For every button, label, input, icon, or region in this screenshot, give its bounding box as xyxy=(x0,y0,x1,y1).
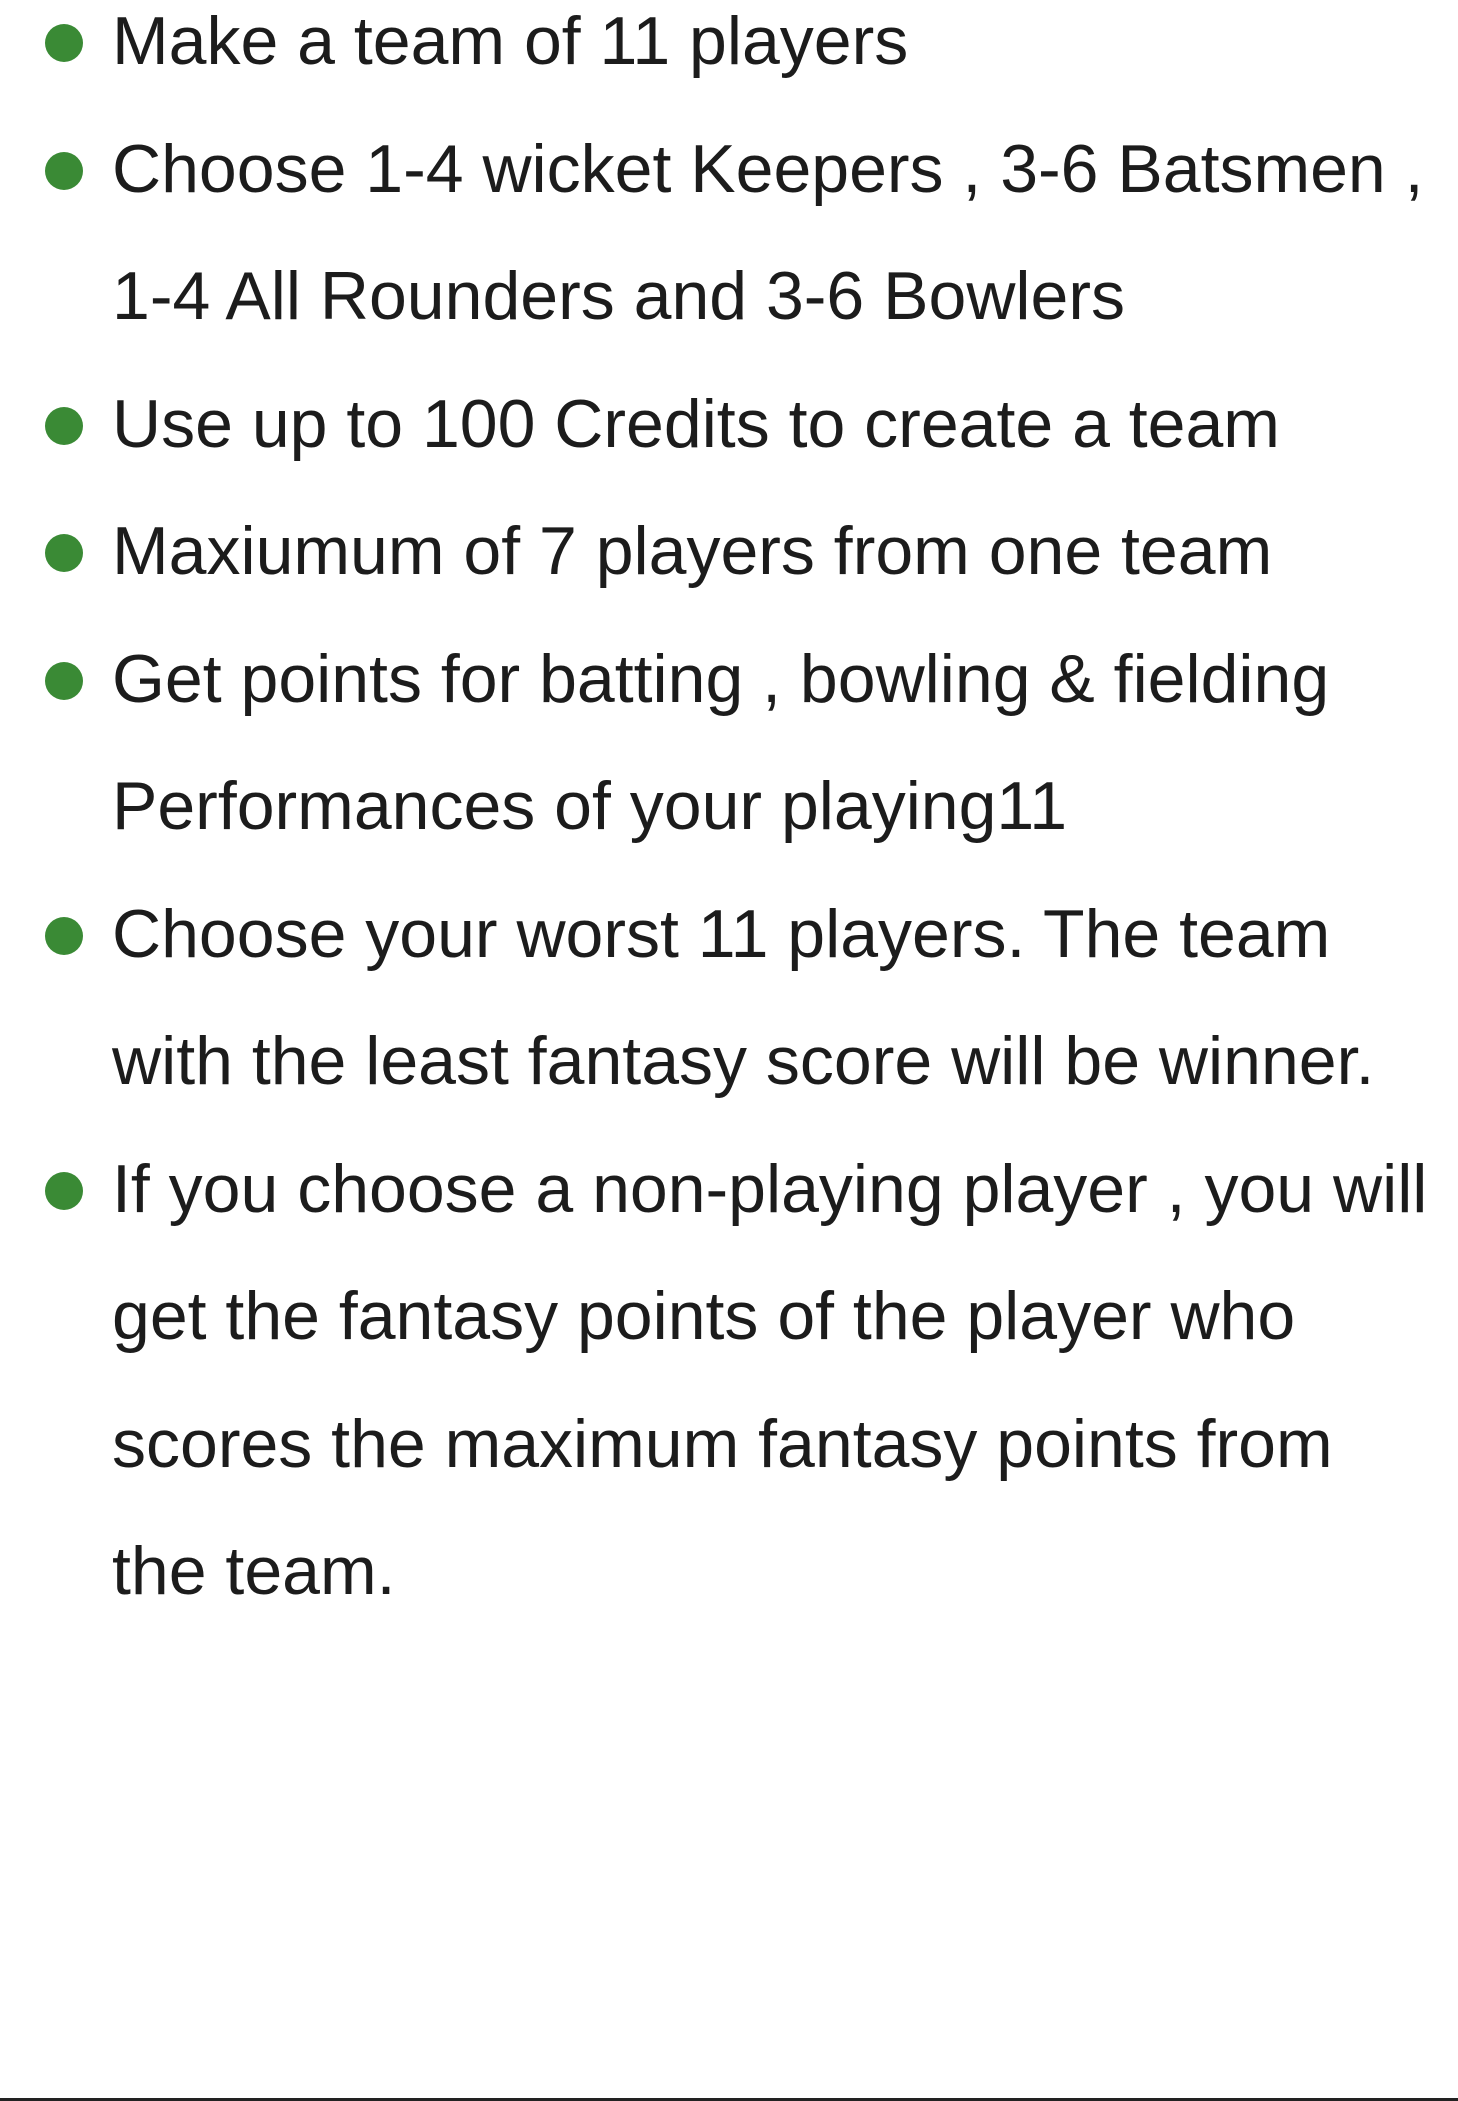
rule-text: If you choose a non-playing player , you… xyxy=(112,1150,1428,1610)
bullet-dot-icon xyxy=(45,1171,83,1210)
rule-item: If you choose a non-playing player , you… xyxy=(0,1126,1458,1636)
bullet-dot-icon xyxy=(45,406,83,445)
rule-item: Use up to 100 Credits to create a team xyxy=(0,361,1458,489)
rule-text: Choose 1-4 wicket Keepers , 3-6 Batsmen … xyxy=(112,130,1424,335)
rule-text: Choose your worst 11 players. The team w… xyxy=(112,895,1375,1100)
bullet-dot-icon xyxy=(45,151,83,190)
bullet-dot-icon xyxy=(45,24,83,62)
rule-item: Get points for batting , bowling & field… xyxy=(0,616,1458,871)
bullet-dot-icon xyxy=(45,916,83,955)
rule-item: Choose 1-4 wicket Keepers , 3-6 Batsmen … xyxy=(0,106,1458,361)
rule-text: Maxiumum of 7 players from one team xyxy=(112,513,1273,589)
bullet-dot-icon xyxy=(45,661,83,700)
rule-item: Maxiumum of 7 players from one team xyxy=(0,488,1458,616)
rule-text: Use up to 100 Credits to create a team xyxy=(112,385,1280,462)
rule-item: Choose your worst 11 players. The team w… xyxy=(0,871,1458,1126)
rule-item: Make a team of 11 players xyxy=(0,0,1458,106)
rule-text: Get points for batting , bowling & field… xyxy=(112,640,1330,845)
rule-text: Make a team of 11 players xyxy=(112,3,909,79)
bullet-dot-icon xyxy=(45,534,83,572)
rules-list: Make a team of 11 players Choose 1-4 wic… xyxy=(0,0,1458,1636)
